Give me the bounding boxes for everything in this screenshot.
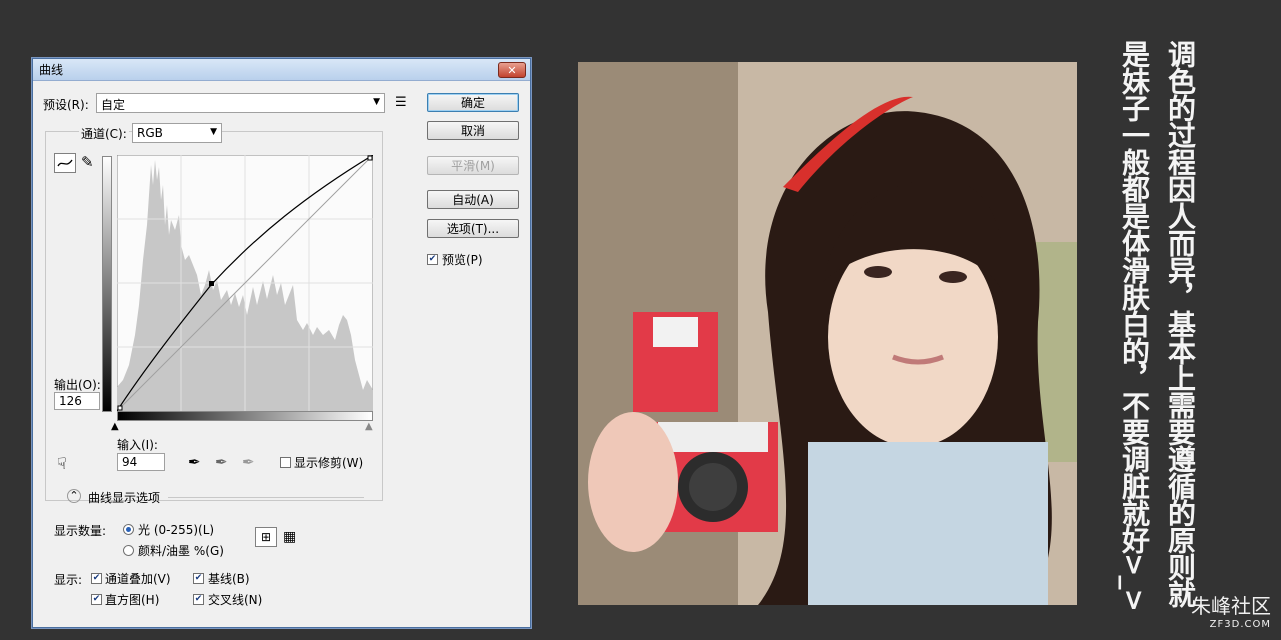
watermark-name: 朱峰社区 [1191, 594, 1271, 618]
preset-value: 自定 [101, 98, 126, 112]
white-point-slider-icon[interactable]: ▲ [365, 421, 373, 432]
show-clipping-label: 显示修剪(W) [294, 456, 364, 470]
pencil-icon[interactable]: ✎ [81, 153, 94, 171]
cancel-button[interactable]: 取消 [427, 121, 519, 140]
input-gradient-bar [117, 411, 373, 421]
preview-label: 预览(P) [442, 253, 483, 267]
pigment-option-label: 颜料/油墨 %(G) [138, 544, 224, 558]
preset-label: 预设(R): [43, 98, 89, 112]
watermark: 朱峰社区 ZF3D.COM [1191, 590, 1271, 630]
histogram-checkbox[interactable]: ✔ [91, 594, 102, 605]
chevron-down-icon: ▼ [210, 127, 217, 137]
dialog-title: 曲线 [39, 63, 64, 77]
dialog-titlebar: 曲线 [33, 59, 530, 81]
options-button[interactable]: 选项(T)... [427, 219, 519, 238]
show-label: 显示: [54, 573, 83, 587]
histogram-label: 直方图(H) [105, 593, 160, 607]
photo-illustration [578, 62, 1077, 605]
hand-adjust-icon[interactable]: ☟ [57, 454, 67, 473]
close-button[interactable]: ✕ [498, 62, 526, 78]
output-label: 输出(O): [54, 378, 101, 392]
black-point-slider-icon[interactable]: ▲ [111, 421, 119, 432]
input-label: 输入(I): [117, 438, 158, 452]
channel-value: RGB [137, 126, 163, 140]
divider [168, 497, 364, 498]
preset-menu-icon[interactable]: ☰ [395, 95, 407, 110]
black-eyedropper-icon[interactable]: ✒ [188, 453, 201, 471]
output-field[interactable]: 126 [54, 392, 100, 410]
input-field[interactable]: 94 [117, 453, 165, 471]
show-clipping-checkbox[interactable] [280, 457, 291, 468]
baseline-label: 基线(B) [208, 572, 250, 586]
intersection-label: 交叉线(N) [208, 593, 263, 607]
channel-select[interactable]: RGB ▼ [132, 123, 222, 143]
gray-eyedropper-icon[interactable]: ✒ [215, 453, 228, 471]
curve-point-black[interactable] [117, 405, 123, 411]
channel-overlay-label: 通道叠加(V) [105, 572, 171, 586]
smooth-button[interactable]: 平滑(M) [427, 156, 519, 175]
output-gradient-bar [102, 156, 112, 412]
light-option-label: 光 (0-255)(L) [138, 523, 215, 537]
auto-button[interactable]: 自动(A) [427, 190, 519, 209]
caption-line-2: 是妹子一般都是体滑肤白的，不要调脏就好>_> [1118, 40, 1151, 611]
portrait-photo [578, 62, 1077, 605]
curve-point-selected[interactable] [209, 281, 214, 286]
curves-dialog: 曲线 ✕ 预设(R): 自定 ▼ ☰ 确定 取消 平滑(M) 自动(A) 选项(… [32, 58, 531, 628]
collapse-icon[interactable]: ⌃ [67, 489, 81, 503]
channel-overlay-checkbox[interactable]: ✔ [91, 573, 102, 584]
preset-select[interactable]: 自定 ▼ [96, 93, 385, 113]
grid-detailed-icon[interactable]: ▦ [283, 529, 296, 545]
show-amount-label: 显示数量: [54, 524, 107, 538]
light-radio[interactable] [123, 524, 134, 535]
white-eyedropper-icon[interactable]: ✒ [242, 453, 255, 471]
curve-point-white[interactable] [367, 155, 373, 161]
baseline-checkbox[interactable]: ✔ [193, 573, 204, 584]
caption-line-1: 调色的过程因人而异，基本上需要遵循的原则就 [1164, 40, 1197, 607]
curve-tool-icon[interactable] [54, 153, 76, 173]
watermark-domain: ZF3D.COM [1209, 619, 1271, 630]
channel-label: 通道(C): [79, 125, 129, 142]
chevron-down-icon: ▼ [373, 97, 380, 107]
curve-options-label: 曲线显示选项 [88, 491, 161, 505]
grid-simple-icon[interactable]: ⊞ [255, 527, 277, 547]
ok-button[interactable]: 确定 [427, 93, 519, 112]
intersection-checkbox[interactable]: ✔ [193, 594, 204, 605]
curve-graph[interactable] [117, 155, 373, 411]
pigment-radio[interactable] [123, 545, 134, 556]
preview-checkbox[interactable]: ✔ [427, 254, 438, 265]
